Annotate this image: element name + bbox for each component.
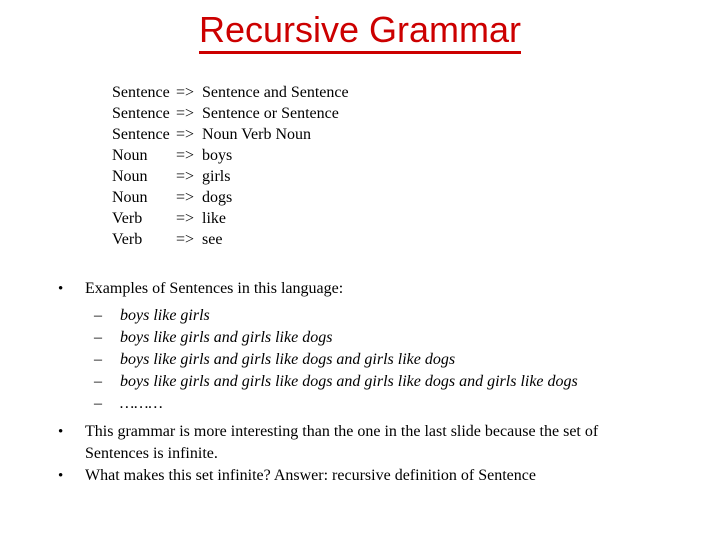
rule-arrow-icon: => (176, 189, 195, 206)
bullet-text: This grammar is more interesting than th… (85, 423, 599, 462)
list-item: – boys like girls (0, 305, 720, 327)
dash-marker-icon: – (94, 373, 102, 390)
grammar-rule-row: Noun => girls (112, 166, 349, 187)
rule-rhs: like (202, 210, 226, 227)
rule-arrow-icon: => (176, 147, 195, 164)
rule-lhs: Noun (112, 189, 148, 206)
rule-lhs: Verb (112, 210, 143, 227)
bullet-marker-icon: • (58, 281, 64, 297)
dash-marker-icon: – (94, 307, 102, 324)
page-title-text: Recursive Grammar (198, 10, 522, 54)
grammar-rule-row: Verb => like (112, 208, 349, 229)
list-item: – boys like girls and girls like dogs an… (0, 349, 720, 371)
grammar-rule-row: Noun => boys (112, 145, 349, 166)
list-item-label: boys like girls and girls like dogs and … (120, 373, 578, 390)
grammar-rule-row: Sentence => Sentence or Sentence (112, 103, 349, 124)
rule-rhs: dogs (202, 189, 233, 206)
rule-lhs: Sentence (112, 126, 170, 143)
grammar-rule-row: Verb => see (112, 229, 349, 250)
bullet-marker-icon: • (58, 424, 64, 440)
list-item: – boys like girls and girls like dogs (0, 327, 720, 349)
page-title: Recursive Grammar (0, 10, 720, 54)
rule-lhs: Sentence (112, 105, 170, 122)
rule-lhs: Noun (112, 147, 148, 164)
rule-rhs: Sentence or Sentence (202, 105, 339, 122)
list-item-label: boys like girls and girls like dogs and … (120, 351, 456, 368)
rule-arrow-icon: => (176, 210, 195, 227)
rule-arrow-icon: => (176, 126, 195, 143)
bullet-item-examples: • Examples of Sentences in this language… (0, 278, 720, 300)
bullet-item-infinite: • This grammar is more interesting than … (0, 421, 720, 465)
dash-marker-icon: – (94, 351, 102, 368)
rule-rhs: girls (202, 168, 231, 185)
grammar-rule-row: Noun => dogs (112, 187, 349, 208)
grammar-rules-block: Sentence => Sentence and Sentence Senten… (112, 82, 349, 250)
list-item: – boys like girls and girls like dogs an… (0, 371, 720, 393)
rule-arrow-icon: => (176, 84, 195, 101)
bullet-text: What makes this set infinite? Answer: re… (85, 467, 536, 484)
dash-marker-icon: – (94, 395, 102, 412)
rule-rhs: Sentence and Sentence (202, 84, 349, 101)
rule-lhs: Verb (112, 231, 143, 248)
bullet-item-question: • What makes this set infinite? Answer: … (0, 465, 720, 487)
slide-body: • Examples of Sentences in this language… (0, 278, 720, 487)
rule-arrow-icon: => (176, 231, 195, 248)
rule-arrow-icon: => (176, 105, 195, 122)
rule-rhs: boys (202, 147, 233, 164)
grammar-rule-row: Sentence => Sentence and Sentence (112, 82, 349, 103)
examples-list: – boys like girls – boys like girls and … (0, 305, 720, 415)
grammar-rule-row: Sentence => Noun Verb Noun (112, 124, 349, 145)
rule-rhs: see (202, 231, 223, 248)
bullet-marker-icon: • (58, 468, 64, 484)
rule-lhs: Noun (112, 168, 148, 185)
bullet-text: Examples of Sentences in this language: (85, 280, 344, 297)
list-item-label: boys like girls (120, 307, 210, 324)
rule-rhs: Noun Verb Noun (202, 126, 312, 143)
list-item-label: ……… (120, 395, 163, 412)
dash-marker-icon: – (94, 329, 102, 346)
list-item: – ……… (0, 393, 720, 415)
list-item-label: boys like girls and girls like dogs (120, 329, 333, 346)
rule-lhs: Sentence (112, 84, 170, 101)
rule-arrow-icon: => (176, 168, 195, 185)
